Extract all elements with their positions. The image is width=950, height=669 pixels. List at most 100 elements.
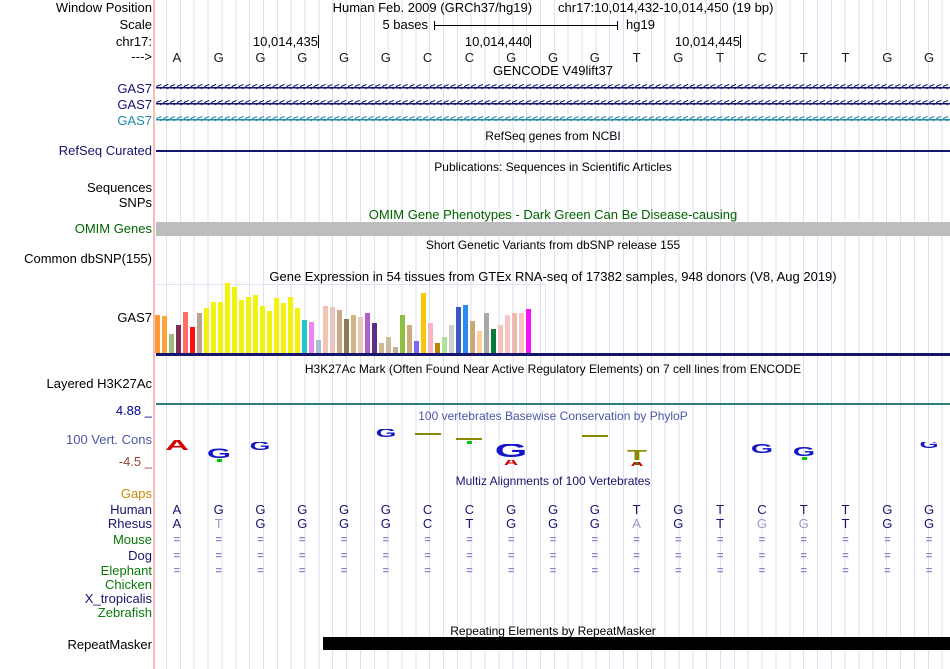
gtex-bar[interactable] <box>421 293 426 353</box>
track-label-sequences[interactable]: Sequences <box>0 181 152 195</box>
gtex-bar[interactable] <box>407 325 412 353</box>
gtex-bar[interactable] <box>176 325 181 353</box>
track-title-multiz[interactable]: Multiz Alignments of 100 Vertebrates <box>156 475 950 488</box>
gtex-bar[interactable] <box>155 315 160 353</box>
gtex-bar[interactable] <box>463 305 468 353</box>
gtex-bar[interactable] <box>428 323 433 353</box>
gene-label-gas7[interactable]: GAS7 <box>0 97 152 112</box>
alignment-base: C <box>422 516 433 531</box>
gtex-bar[interactable] <box>337 310 342 353</box>
gtex-bar[interactable] <box>190 327 195 353</box>
gtex-bar[interactable] <box>491 329 496 353</box>
conservation-logo-dash <box>581 435 608 437</box>
track-title-omim[interactable]: OMIM Gene Phenotypes - Dark Green Can Be… <box>156 208 950 221</box>
gtex-bar[interactable] <box>470 321 475 353</box>
gtex-bar[interactable] <box>267 311 272 353</box>
track-title-dbsnp[interactable]: Short Genetic Variants from dbSNP releas… <box>156 239 950 252</box>
gtex-bar[interactable] <box>344 319 349 353</box>
gtex-bar[interactable] <box>498 325 503 353</box>
gtex-bar[interactable] <box>365 313 370 353</box>
gtex-bar[interactable] <box>211 302 216 353</box>
gtex-bar[interactable] <box>400 315 405 353</box>
track-label-h3k27ac[interactable]: Layered H3K27Ac <box>0 377 152 391</box>
gas7-transcript[interactable]: <<<<<<<<<<<<<<<<<<<<<<<<<<<<<<<<<<<<<<<<… <box>156 99 950 108</box>
track-label-refseq-curated[interactable]: RefSeq Curated <box>0 144 152 158</box>
alignment-gap-marker: = <box>215 534 222 546</box>
track-label-snps[interactable]: SNPs <box>0 196 152 210</box>
multiz-species-label[interactable]: Rhesus <box>0 517 152 531</box>
multiz-species-label[interactable]: Zebrafish <box>0 606 152 620</box>
track-label-common-dbsnp[interactable]: Common dbSNP(155) <box>0 252 152 266</box>
gtex-bar[interactable] <box>274 298 279 353</box>
gtex-bar[interactable] <box>512 313 517 353</box>
gas7-transcript[interactable]: <<<<<<<<<<<<<<<<<<<<<<<<<<<<<<<<<<<<<<<<… <box>156 83 950 92</box>
track-label-gtex-gas7[interactable]: GAS7 <box>0 311 152 325</box>
base-letter: G <box>380 50 391 65</box>
gtex-bar[interactable] <box>442 337 447 353</box>
alignment-base: T <box>632 502 641 517</box>
gene-label-gas7[interactable]: GAS7 <box>0 81 152 96</box>
gtex-bar[interactable] <box>414 341 419 353</box>
track-title-h3k27ac[interactable]: H3K27Ac Mark (Often Found Near Active Re… <box>156 363 950 376</box>
track-label-100-vert-cons[interactable]: 100 Vert. Cons <box>0 433 152 447</box>
gtex-bar[interactable] <box>281 303 286 353</box>
gtex-bar[interactable] <box>449 325 454 353</box>
gtex-bar[interactable] <box>204 308 209 353</box>
gtex-bar[interactable] <box>183 312 188 353</box>
gtex-bar[interactable] <box>484 313 489 353</box>
gtex-bar[interactable] <box>197 313 202 353</box>
alignment-base: A <box>632 516 641 531</box>
gtex-bar[interactable] <box>239 300 244 353</box>
gtex-bar[interactable] <box>386 337 391 353</box>
gtex-bar[interactable] <box>225 283 230 353</box>
multiz-species-label[interactable]: X_tropicalis <box>0 592 152 606</box>
multiz-species-label[interactable]: Mouse <box>0 533 152 547</box>
gtex-bar[interactable] <box>246 297 251 353</box>
multiz-species-label[interactable]: Gaps <box>0 487 152 501</box>
ruler-mark: 10,014,435 <box>228 35 319 48</box>
gene-label-gas7[interactable]: GAS7 <box>0 113 152 128</box>
alignment-gap-marker: = <box>884 550 891 562</box>
gtex-bar[interactable] <box>526 309 531 353</box>
gtex-bar[interactable] <box>379 343 384 353</box>
multiz-species-label[interactable]: Dog <box>0 549 152 563</box>
gtex-bar[interactable] <box>260 306 265 353</box>
alignment-base: G <box>506 516 517 531</box>
gtex-bar[interactable] <box>351 315 356 353</box>
gtex-bar[interactable] <box>456 307 461 353</box>
gtex-bar[interactable] <box>358 317 363 353</box>
gtex-bar[interactable] <box>253 295 258 353</box>
track-title-refseq[interactable]: RefSeq genes from NCBI <box>156 130 950 143</box>
assembly-title: Human Feb. 2009 (GRCh37/hg19) <box>332 0 533 15</box>
gtex-bar[interactable] <box>519 313 524 353</box>
gtex-bar[interactable] <box>288 297 293 353</box>
base-letter: G <box>213 50 224 65</box>
gas7-transcript[interactable]: <<<<<<<<<<<<<<<<<<<<<<<<<<<<<<<<<<<<<<<<… <box>156 115 950 124</box>
gtex-bar[interactable] <box>162 316 167 353</box>
track-title-conservation[interactable]: 100 vertebrates Basewise Conservation by… <box>156 410 950 423</box>
gtex-bar[interactable] <box>309 322 314 353</box>
gtex-bar[interactable] <box>330 307 335 353</box>
repeatmasker-element-bar[interactable] <box>323 637 950 650</box>
omim-gene-bar[interactable] <box>156 222 950 236</box>
track-label-omim-genes[interactable]: OMIM Genes <box>0 222 152 236</box>
gtex-bar[interactable] <box>169 334 174 353</box>
track-title-gencode[interactable]: GENCODE V49lift37 <box>156 64 950 77</box>
gtex-bar[interactable] <box>372 323 377 353</box>
multiz-species-label[interactable]: Human <box>0 503 152 517</box>
track-title-publications[interactable]: Publications: Sequences in Scientific Ar… <box>156 161 950 174</box>
gtex-bar[interactable] <box>302 320 307 353</box>
track-label-repeatmasker[interactable]: RepeatMasker <box>0 638 152 652</box>
gtex-bar[interactable] <box>316 340 321 353</box>
gtex-bar[interactable] <box>435 343 440 353</box>
gtex-bar[interactable] <box>505 315 510 353</box>
refseq-gene-item[interactable] <box>156 150 950 152</box>
track-title-gtex[interactable]: Gene Expression in 54 tissues from GTEx … <box>156 270 950 283</box>
multiz-species-label[interactable]: Elephant <box>0 564 152 578</box>
gtex-bar[interactable] <box>218 302 223 353</box>
gtex-bar[interactable] <box>477 331 482 353</box>
gtex-bar[interactable] <box>232 287 237 353</box>
gtex-bar[interactable] <box>295 308 300 353</box>
gtex-bar[interactable] <box>323 306 328 353</box>
multiz-species-label[interactable]: Chicken <box>0 578 152 592</box>
